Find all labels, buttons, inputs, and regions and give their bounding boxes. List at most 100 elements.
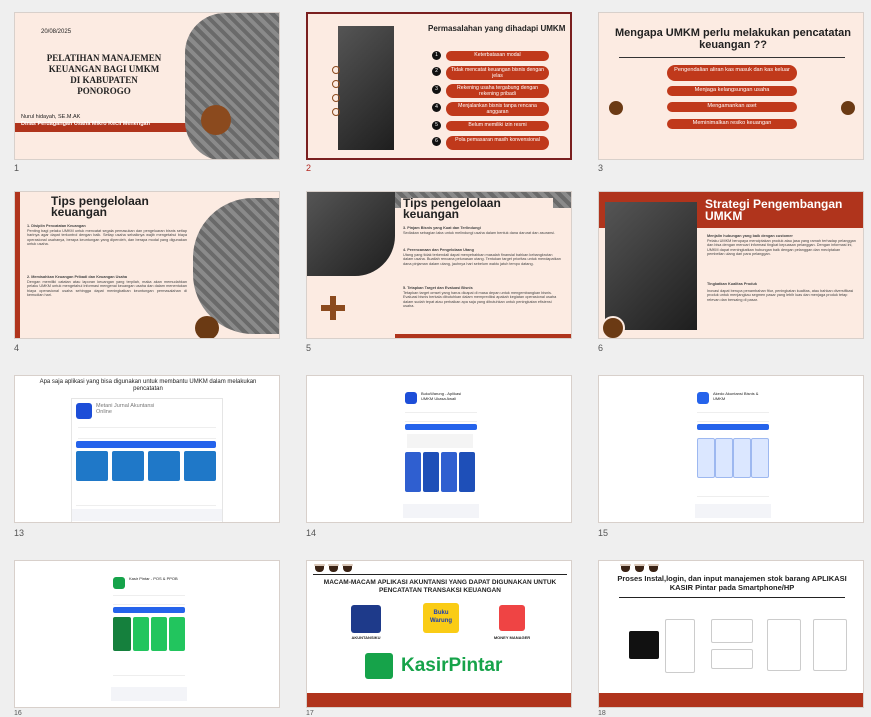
- screenshot-tile: [184, 451, 216, 481]
- tip-text-3: Sediakan sebagian laba untuk melindungi …: [403, 231, 555, 235]
- coffee-cup-icon: [620, 564, 631, 572]
- bottom-nav: [403, 504, 479, 518]
- slide-thumbnail-6[interactable]: Strategi Pengembangan UMKM Menjalin hubu…: [598, 191, 864, 339]
- screenshot-tile: [76, 451, 108, 481]
- slide-thumbnail-15[interactable]: Akedo Akuntansi Bisnis & UMKM: [598, 375, 864, 523]
- title-line: [619, 597, 845, 598]
- app-screenshot: Kasir Pintar - POS & PPOB: [111, 563, 187, 703]
- accent-bar-left: [15, 192, 20, 338]
- tip-heading-1: 1. Disiplin Pencatatan Keuangan: [27, 224, 86, 228]
- slide-thumbnail-3[interactable]: Mengapa UMKM perlu melakukan pencatatan …: [598, 12, 864, 160]
- slide-number: 6: [598, 343, 604, 353]
- item-number-5: 5: [432, 121, 441, 130]
- slide-thumbnail-14[interactable]: BukuWarung - Aplikasi UMKM Ukasa Awali: [306, 375, 572, 523]
- item-number-3: 3: [432, 85, 441, 94]
- slide-thumbnail-17[interactable]: MACAM-MACAM APLIKASI AKUNTANSI YANG DAPA…: [306, 560, 572, 708]
- slide-number: 4: [14, 343, 20, 353]
- screenshot-tile: [715, 438, 733, 478]
- screenshot-tile: [423, 452, 439, 492]
- slide-author: Nurul hidayah, SE.M.AK: [21, 114, 81, 120]
- app-name: Metani Jurnal Akuntansi Online: [96, 403, 155, 415]
- slide-number: 18: [598, 710, 606, 717]
- accent-bar-bottom: [307, 693, 571, 707]
- reason-pill-3: Mengamankan aset: [667, 102, 797, 112]
- app-icon: [113, 577, 125, 589]
- decor-circle: [601, 316, 625, 338]
- tip-text-4: Utang yang tidak terkendali dapat menyeb…: [403, 253, 561, 266]
- tip-heading-3: 3. Pinjam Bisnis yang Kuat dan Terlindun…: [403, 226, 481, 230]
- accent-bar-bottom: [395, 334, 571, 338]
- decor-circle: [195, 316, 219, 338]
- money-manager-label: MONEY MANAGER: [493, 635, 531, 640]
- slide-title: Strategi Pengembangan UMKM: [705, 197, 843, 223]
- slide-thumbnail-18[interactable]: Proses Instal,login, dan input manajemen…: [598, 560, 864, 708]
- market-photo: [193, 198, 279, 334]
- install-button: [405, 424, 477, 430]
- item-number-1: 1: [432, 51, 441, 60]
- slide-number: 15: [598, 528, 609, 538]
- coffee-cup-icon: [342, 564, 353, 572]
- slide-thumbnail-16[interactable]: Kasir Pintar - POS & PPOB: [14, 560, 280, 708]
- slide-title: Permasalahan yang dihadapi UMKM: [428, 24, 566, 33]
- decor-circle: [201, 105, 231, 135]
- app-screenshot: Akedo Akuntansi Bisnis & UMKM: [695, 378, 771, 522]
- app-name: Kasir Pintar - POS & PPOB: [129, 576, 178, 581]
- step-screenshot: [711, 649, 753, 669]
- slide-number: 14: [306, 528, 317, 538]
- coffee-cup-icon: [634, 564, 645, 572]
- step-screenshot: [813, 619, 847, 671]
- slide-sorter: 20/08/2025 PELATIHAN MANAJEMEN KEUANGAN …: [0, 0, 871, 717]
- problem-pill-6: Pola pemasaran masih konvensional: [446, 136, 549, 150]
- slide-title: Mengapa UMKM perlu melakukan pencatatan …: [615, 27, 851, 51]
- slide-number: 16: [14, 710, 22, 717]
- screenshot-tile: [148, 451, 180, 481]
- slide-title: Tips pengelolaan keuangan: [51, 194, 149, 219]
- install-button: [76, 441, 216, 448]
- slide-title: Apa saja aplikasi yang bisa digunakan un…: [39, 379, 257, 392]
- item-number-6: 6: [432, 137, 441, 146]
- slide-thumbnail-13[interactable]: Apa saja aplikasi yang bisa digunakan un…: [14, 375, 280, 523]
- akuntansiku-label: AKUNTANSIKU: [351, 635, 381, 640]
- install-button: [697, 424, 769, 430]
- reason-pill-2: Menjaga kelangsungan usaha: [667, 86, 797, 96]
- accent-bar-bottom: [599, 693, 863, 707]
- slide-title: Proses Instal,login, dan input manajemen…: [617, 574, 847, 592]
- slide-thumbnail-5[interactable]: Tips pengelolaan keuangan 3. Pinjam Bisn…: [306, 191, 572, 339]
- slide-number: 5: [306, 343, 312, 353]
- install-button: [113, 607, 185, 613]
- screenshot-tile: [459, 452, 475, 492]
- slide-number: 13: [14, 528, 25, 538]
- tip-text-1: Penting bagi pelaku UMKM untuk mencatat …: [27, 229, 187, 247]
- item-number-4: 4: [432, 103, 441, 112]
- kasirpintar-wordmark: KasirPintar: [401, 655, 503, 676]
- slide-date: 20/08/2025: [41, 29, 72, 35]
- photo-dot: [332, 66, 340, 74]
- hand-photo: [338, 26, 394, 150]
- screenshot-tile: [733, 438, 751, 478]
- coffee-cup-icon: [648, 564, 659, 572]
- slide-number: 3: [598, 163, 604, 173]
- money-manager-logo-icon: [499, 605, 525, 631]
- calculator-photo: [185, 13, 279, 159]
- slide-thumbnail-4[interactable]: Tips pengelolaan keuangan 1. Disiplin Pe…: [14, 191, 280, 339]
- app-name: BukuWarung - Aplikasi UMKM Ukasa Awali: [421, 391, 462, 401]
- step-screenshot: [665, 619, 695, 673]
- bottom-nav: [111, 687, 187, 701]
- about-section: [113, 657, 185, 676]
- slide-thumbnail-2[interactable]: Permasalahan yang dihadapi UMKM 1 Keterb…: [306, 12, 572, 160]
- tip-heading-4: 4. Perencanaan dan Pengelolaan Utang: [403, 248, 474, 252]
- slide-title: PELATIHAN MANAJEMEN KEUANGAN BAGI UMKM D…: [46, 53, 162, 96]
- bottom-nav: [72, 509, 222, 521]
- slide-title: Tips pengelolaan keuangan: [401, 197, 553, 220]
- screenshot-tile: [151, 617, 167, 651]
- strategy-text-2: Inovasi dapat berupa penambahan fitur, p…: [707, 289, 854, 302]
- coffee-cup-icon: [314, 564, 325, 572]
- kasirpintar-logo-icon: [365, 653, 393, 679]
- app-stats: [113, 595, 185, 605]
- tip-heading-2: 2. Memisahkan Keuangan Pribadi dan Keuan…: [27, 275, 128, 279]
- decor-circle-right: [841, 101, 855, 115]
- slide-thumbnail-1[interactable]: 20/08/2025 PELATIHAN MANAJEMEN KEUANGAN …: [14, 12, 280, 160]
- title-line: [313, 574, 567, 575]
- screenshot-tile: [405, 452, 421, 492]
- screenshot-tile: [697, 438, 715, 478]
